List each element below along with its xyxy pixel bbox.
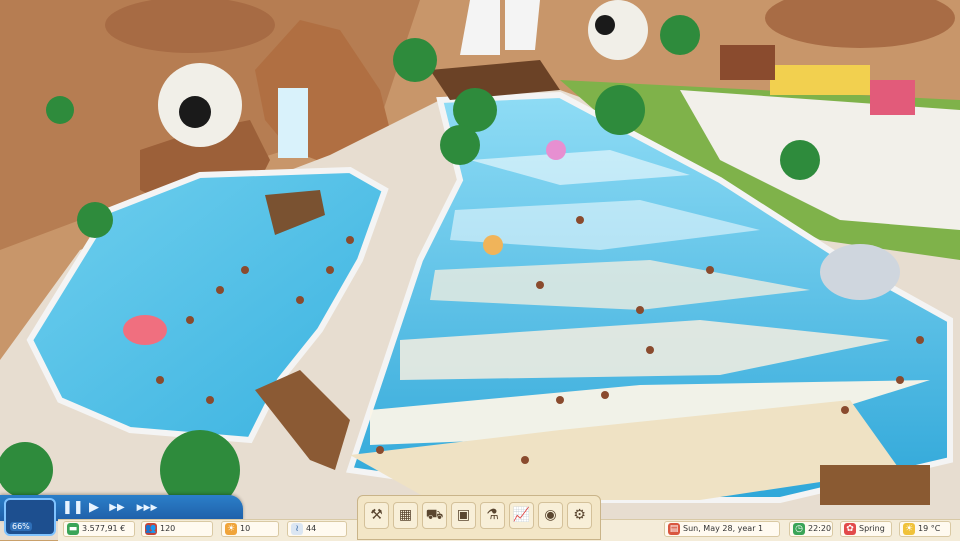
temperature-display[interactable]: ☀ 19 °C — [899, 521, 951, 537]
fast-forward-button[interactable]: ▶▶ — [107, 500, 127, 516]
date-display[interactable]: ▤ Sun, May 28, year 1 — [664, 521, 780, 537]
season-display[interactable]: ✿ Spring — [840, 521, 892, 537]
build-tool-button[interactable]: ⚒ — [364, 502, 389, 529]
rock-pile — [820, 244, 900, 300]
finances-tool-button[interactable]: 📈 — [509, 502, 534, 529]
staff-display[interactable]: ☀ 10 — [221, 521, 279, 537]
fastest-forward-button[interactable]: ▶▶▶ — [134, 500, 160, 516]
crates — [820, 465, 930, 505]
management-tool-button[interactable]: ▣ — [451, 502, 476, 529]
terrain-tool-button[interactable]: ▦ — [393, 502, 418, 529]
money-value: 3.577,91 € — [82, 524, 126, 533]
park-rating-value: 66% — [10, 522, 32, 531]
wave-value: 44 — [306, 524, 317, 533]
time-display[interactable]: ◷ 22:20 — [789, 521, 833, 537]
flamingo-float — [123, 315, 167, 345]
game-world-view[interactable] — [0, 0, 960, 540]
season-value: Spring — [859, 524, 885, 533]
sun-icon: ☀ — [225, 523, 237, 535]
bulldozer-tool-button[interactable]: ⛟ — [422, 502, 447, 529]
money-icon: ▬ — [67, 523, 79, 535]
park-rating-badge[interactable]: 66% — [4, 498, 56, 536]
swim-ring — [483, 235, 503, 255]
food-stall — [770, 65, 870, 95]
guests-value: 120 — [160, 524, 176, 533]
wave-icon: ≀ — [291, 523, 303, 535]
clock-icon: ◷ — [793, 523, 805, 535]
swim-ring — [546, 140, 566, 160]
wave-display[interactable]: ≀ 44 — [287, 521, 347, 537]
waterfall — [278, 88, 308, 158]
view-tool-button[interactable]: ◉ — [538, 502, 563, 529]
calendar-icon: ▤ — [668, 523, 680, 535]
guests-icon: 👥 — [145, 523, 157, 535]
food-stall — [870, 80, 915, 115]
temperature-value: 19 °C — [918, 524, 941, 533]
play-button[interactable]: ▶ — [84, 500, 104, 516]
pirate-hut — [720, 45, 775, 80]
sun-icon: ☀ — [903, 523, 915, 535]
guests-display[interactable]: 👥 120 — [141, 521, 213, 537]
date-value: Sun, May 28, year 1 — [683, 524, 764, 533]
flower-icon: ✿ — [844, 523, 856, 535]
money-display[interactable]: ▬ 3.577,91 € — [63, 521, 135, 537]
pause-button[interactable]: ❚❚ — [62, 500, 84, 516]
settings-tool-button[interactable]: ⚙ — [567, 502, 592, 529]
staff-value: 10 — [240, 524, 251, 533]
research-tool-button[interactable]: ⚗ — [480, 502, 505, 529]
time-value: 22:20 — [808, 524, 832, 533]
